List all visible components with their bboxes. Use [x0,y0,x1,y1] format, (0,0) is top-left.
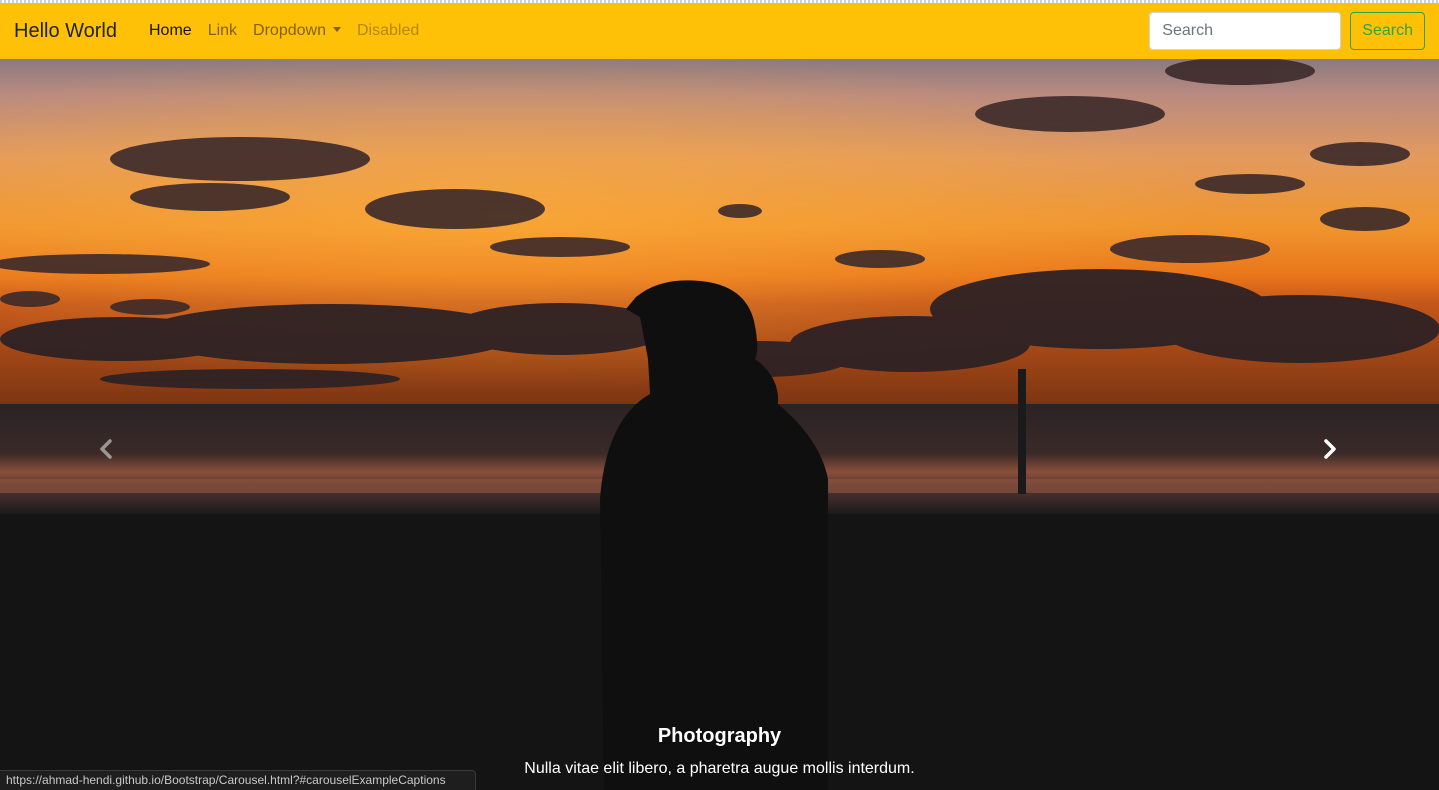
navbar: Hello World Home Link Dropdown Disabled … [0,3,1439,59]
search-button[interactable]: Search [1350,12,1425,50]
nav-dropdown-label: Dropdown [253,22,326,39]
search-input[interactable] [1149,12,1342,50]
search-form: Search [1149,12,1425,50]
nav-link-disabled: Disabled [356,22,420,39]
caret-down-icon [332,27,341,32]
nav-dropdown[interactable]: Dropdown [245,23,349,39]
navbar-brand[interactable]: Hello World [14,21,117,41]
carousel-caption-title: Photography [657,725,782,747]
sunset-silhouette-photo [0,59,1439,790]
chevron-right-icon [1324,439,1336,459]
carousel-prev-control[interactable] [86,429,126,469]
browser-status-bar: https://ahmad-hendi.github.io/Bootstrap/… [0,770,476,790]
chevron-left-icon [100,439,112,459]
carousel: Photography Nulla vitae elit libero, a p… [0,59,1439,790]
nav-link-home[interactable]: Home [141,23,200,39]
nav-link-link[interactable]: Link [200,23,245,39]
carousel-next-control[interactable] [1310,429,1350,469]
nav-links: Home Link Dropdown Disabled [141,23,427,39]
